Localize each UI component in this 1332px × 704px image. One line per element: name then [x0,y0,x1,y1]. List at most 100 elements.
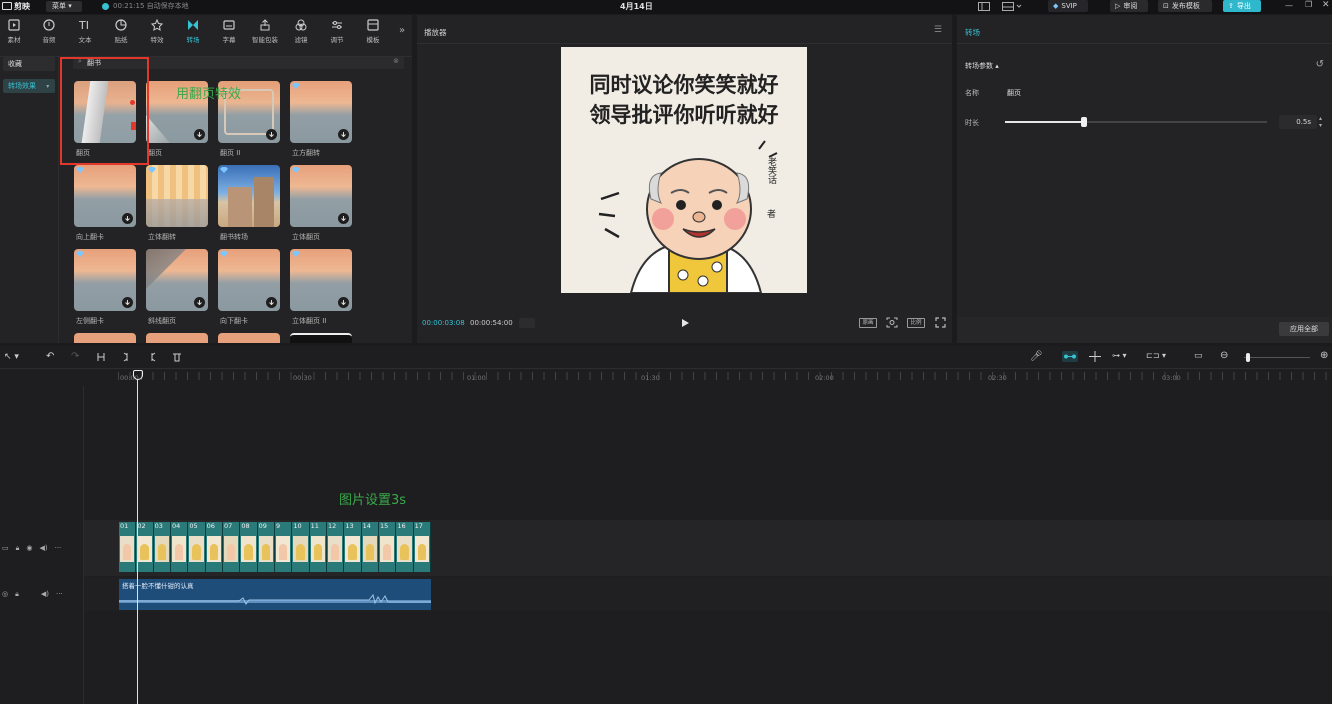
timecode-toggle[interactable] [519,318,535,328]
split-icon[interactable] [96,352,106,362]
export-button[interactable]: ⇪ 导出 [1223,0,1261,12]
duration-slider-handle[interactable] [1080,117,1087,127]
lock-icon[interactable]: 🔒︎ [15,590,19,599]
zoom-in-icon[interactable]: ⊕ [1320,350,1328,361]
more-tools-icon[interactable]: » [399,25,405,36]
tool-adjust[interactable]: 调节 [320,19,354,55]
fullscreen-icon[interactable] [935,317,946,328]
duration-slider[interactable] [1005,117,1267,127]
video-clip[interactable]: 09 [258,522,275,572]
transition-card[interactable] [74,249,136,311]
lock-icon[interactable]: 🔒︎ [16,544,20,553]
transition-card[interactable] [146,249,208,311]
delete-icon[interactable] [172,352,182,362]
tool-sticker[interactable]: 贴纸 [104,19,138,55]
tool-transition[interactable]: 转场 [176,19,210,55]
video-clip[interactable]: 16 [396,522,414,572]
audio-track-icon[interactable]: ◎ [2,590,8,599]
video-preview[interactable]: 同时议论你笑笑就好 领导批评你听听就好 老笑话 者 [561,47,807,293]
close-icon[interactable]: ✕ [1322,0,1330,10]
download-icon[interactable] [338,213,349,224]
microphone-icon[interactable]: 🎤︎ [1030,351,1043,362]
video-clip[interactable]: 15 [379,522,397,572]
transition-card[interactable] [290,165,352,227]
video-clip[interactable]: 04 [171,522,189,572]
preview-axis-icon[interactable]: ⊶ ▾ [1112,351,1127,360]
zoom-out-icon[interactable]: ⊖ [1220,350,1228,361]
video-clip[interactable]: 10 [292,522,310,572]
download-icon[interactable] [122,213,133,224]
split-left-icon[interactable] [122,352,132,362]
video-clip[interactable]: 08 [240,522,258,572]
transition-card[interactable] [74,333,136,343]
hamburger-icon[interactable]: ☰ [934,25,942,35]
duration-stepper[interactable]: ▴ ▾ [1319,115,1322,129]
zoom-slider-handle[interactable] [1245,353,1250,362]
tool-text[interactable]: TI 文本 [68,19,102,55]
tool-audio[interactable]: 音频 [32,19,66,55]
layout-icon[interactable] [978,2,990,11]
download-icon[interactable] [122,297,133,308]
publish-template-button[interactable]: ⊡ 发布模板 [1158,0,1212,12]
sidebar-item-transition-effects[interactable]: 转场效果 ▾ [3,79,55,93]
transition-card[interactable] [290,249,352,311]
tool-effects[interactable]: 特效 [140,19,174,55]
video-clip[interactable]: 11 [310,522,327,572]
tool-media[interactable]: 素材 [0,19,31,55]
section-title[interactable]: 转场参数 ▴ [965,61,999,71]
aspect-ratio-button[interactable]: 比例 [907,318,925,328]
linkage-icon[interactable] [1088,351,1102,362]
magnet-icon[interactable]: ⊏⊐ ▾ [1146,351,1166,360]
screenshot-icon[interactable] [886,317,898,328]
tool-subtitle[interactable]: 字幕 [212,19,246,55]
minimize-icon[interactable]: — [1285,1,1293,10]
video-clip[interactable]: 02 [136,522,154,572]
transition-card[interactable] [146,165,208,227]
review-button[interactable]: ▷ 审阅 [1110,0,1148,12]
duration-input[interactable]: 0.5s [1279,115,1317,129]
video-clip[interactable]: 14 [362,522,379,572]
transition-card[interactable] [218,333,280,343]
split-right-icon[interactable] [147,352,157,362]
playhead[interactable] [137,380,138,704]
restore-icon[interactable]: ❐ [1305,0,1312,9]
svip-button[interactable]: ◆ SVIP [1048,0,1088,12]
play-button[interactable] [680,318,690,328]
sidebar-item-favorites[interactable]: 收藏 [3,57,55,71]
clear-search-icon[interactable]: ⊗ [393,57,399,65]
transition-card[interactable] [218,165,280,227]
download-icon[interactable] [194,129,205,140]
undo-icon[interactable]: ↶ [46,351,54,362]
video-clip[interactable]: 13 [344,522,362,572]
download-icon[interactable] [194,297,205,308]
apply-all-button[interactable]: 应用全部 [1279,322,1329,336]
more-icon[interactable]: ··· [56,590,63,599]
eye-icon[interactable]: ◉ [26,544,32,553]
playhead-handle[interactable] [133,370,143,380]
redo-icon[interactable]: ↷ [71,351,79,362]
tool-filter[interactable]: 滤镜 [284,19,318,55]
video-clip[interactable]: 17 [414,522,431,572]
transition-card[interactable] [146,333,208,343]
video-clip[interactable]: 01 [119,522,137,572]
track-toggle-icon[interactable]: ▭ [2,544,9,553]
layout-options-icon[interactable] [1002,2,1022,11]
speaker-icon[interactable]: ◀︎) [39,544,47,553]
speaker-icon[interactable]: ◀︎) [41,590,49,599]
video-clip[interactable]: 9 [275,522,293,572]
download-icon[interactable] [266,129,277,140]
video-clip[interactable]: 06 [206,522,223,572]
video-track[interactable]: 01 02 03 04 05 06 07 08 09 9 10 11 12 13 14 15 16 17 [119,522,431,572]
audio-clip[interactable]: 搭着一脸不懂什钳的认真 [119,579,431,610]
download-icon[interactable] [338,297,349,308]
more-icon[interactable]: ··· [55,544,62,553]
select-tool-icon[interactable]: ↖ ▾ [4,352,19,362]
transition-card[interactable] [290,333,352,343]
menu-button[interactable]: 菜单 ▾ [46,1,82,12]
reset-icon[interactable]: ↺ [1316,59,1324,70]
video-clip[interactable]: 07 [223,522,241,572]
subtitle-toggle-icon[interactable]: ▭ [1194,351,1203,361]
download-icon[interactable] [338,129,349,140]
video-clip[interactable]: 12 [327,522,345,572]
tool-template[interactable]: 模板 [356,19,390,55]
